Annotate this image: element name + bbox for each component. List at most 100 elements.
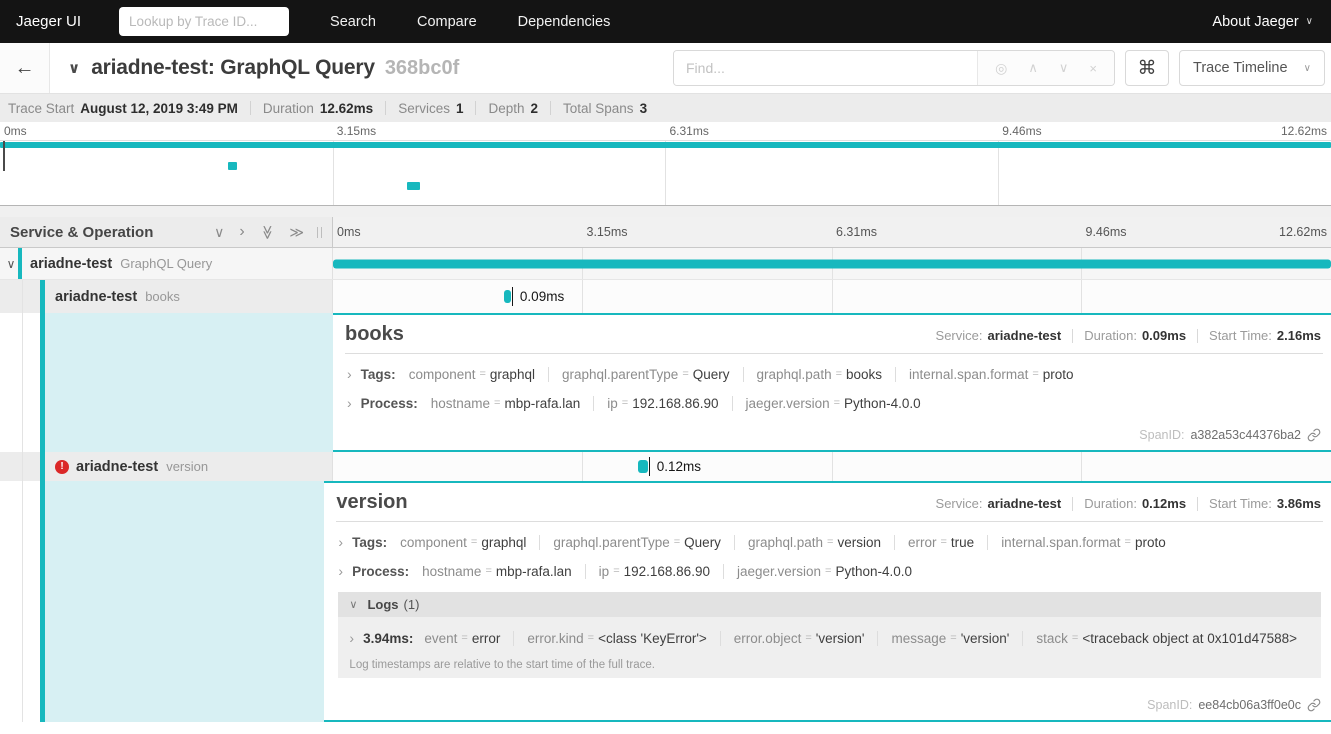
process-value: Python-4.0.0 [844, 395, 921, 411]
span-dot[interactable] [503, 290, 511, 303]
expand-one-icon[interactable]: › [239, 223, 244, 241]
collapse-trace-chevron-icon[interactable]: ∨ [68, 59, 80, 77]
process-item: jaeger.version = Python-4.0.0 [724, 564, 925, 579]
meta-value: August 12, 2019 3:49 PM [80, 100, 238, 116]
service-name: ariadne-test [30, 255, 113, 272]
span-row-root: ∨ ariadne-test GraphQL Query [0, 248, 1331, 280]
process-item: jaeger.version = Python-4.0.0 [733, 396, 934, 411]
log-field: error.kind = <class 'KeyError'> [514, 630, 721, 646]
tag-key: graphql.parentType [561, 366, 679, 382]
separator [1197, 496, 1199, 511]
prev-match-icon[interactable]: ∧ [1028, 60, 1038, 76]
chevron-right-icon[interactable]: › [338, 563, 343, 579]
operation-name: GraphQL Query [120, 256, 213, 271]
trace-title: ariadne-test: GraphQL Query [91, 56, 375, 79]
log-entry[interactable]: › 3.94ms: event = error error.kind = <class … [349, 630, 1310, 646]
separator [1072, 328, 1074, 343]
chevron-right-icon[interactable]: › [347, 395, 352, 411]
span-timeline-root [333, 248, 1331, 279]
separator [550, 101, 552, 115]
log-key: stack [1036, 630, 1068, 646]
tags-row: › Tags: component = graphql graphql.parent… [338, 534, 1323, 550]
span-id-value: ee84cb06a3ff0e0c [1198, 698, 1301, 712]
span-detail-highlight[interactable] [45, 481, 325, 722]
indent-guide [22, 313, 23, 452]
ruler-tick: 0ms [4, 124, 27, 138]
equals: = [587, 632, 595, 644]
process-label[interactable]: Process: [352, 564, 409, 579]
minimap-drag-handle[interactable] [3, 141, 5, 171]
span-marker-version[interactable]: 0.12ms [638, 452, 701, 481]
tags-label[interactable]: Tags: [352, 535, 387, 550]
nav-dependencies[interactable]: Dependencies [518, 14, 611, 30]
link-icon[interactable] [1307, 698, 1321, 712]
next-match-icon[interactable]: ∨ [1059, 60, 1069, 76]
nav-compare[interactable]: Compare [417, 14, 477, 30]
span-name-root[interactable]: ∨ ariadne-test GraphQL Query [0, 248, 333, 279]
log-value: error [471, 630, 501, 646]
process-row: › Process: hostname = mbp-rafa.lan ip = 192.… [347, 395, 1323, 411]
tags-label[interactable]: Tags: [361, 367, 396, 382]
span-detail-highlight[interactable] [45, 313, 333, 452]
meta-label: Services [398, 100, 450, 116]
service-value: ariadne-test [987, 328, 1062, 343]
ruler-tick: 6.31ms [669, 124, 709, 138]
chevron-right-icon[interactable]: › [347, 366, 352, 382]
span-row-books: ariadne-test books 0.09ms [0, 280, 1331, 313]
jaeger-trace-page: Jaeger UI Search Compare Dependencies Ab… [0, 0, 1331, 734]
clear-find-icon[interactable]: × [1089, 61, 1097, 76]
log-timestamp: 3.94ms: [363, 630, 414, 646]
span-marker-books[interactable]: 0.09ms [503, 280, 564, 313]
span-bar-root[interactable] [333, 259, 1331, 268]
back-button[interactable]: ← [0, 43, 50, 93]
collapse-deep-icon[interactable]: ≫ [259, 225, 276, 240]
focus-match-icon[interactable]: ◎ [995, 60, 1007, 77]
expand-all-icon[interactable]: ≫ [289, 224, 304, 241]
back-arrow-icon: ← [14, 56, 35, 79]
log-field: error.object ='version' [721, 630, 879, 646]
span-id-row: SpanID: ee84cb06a3ff0e0c [336, 698, 1323, 714]
start-time-label: Start Time: [1209, 328, 1272, 343]
span-id-label: SpanID: [1147, 698, 1193, 712]
span-detail-panel: books Service: ariadne-test Duration: 0.… [333, 313, 1331, 452]
logs-count: (1) [403, 597, 420, 612]
span-dot[interactable] [638, 460, 648, 473]
span-name-version[interactable]: ! ariadne-test version [0, 452, 333, 481]
nav-search[interactable]: Search [330, 14, 376, 30]
collapse-all-icon[interactable]: ∨ [214, 224, 224, 241]
span-name-books[interactable]: ariadne-test books [0, 280, 333, 313]
detail-operation-title: books [345, 323, 404, 345]
span-id-row: SpanID: a382a53c44376ba2 [345, 428, 1323, 444]
equals: = [833, 397, 841, 409]
error-mark: ! [60, 461, 64, 472]
about-jaeger-menu[interactable]: About Jaeger ∨ [1212, 14, 1313, 30]
about-jaeger-label: About Jaeger [1212, 13, 1299, 30]
logs-header[interactable]: ∨ Logs (1) [338, 592, 1321, 617]
equals: = [461, 632, 468, 644]
chevron-right-icon[interactable]: › [349, 630, 354, 646]
link-icon[interactable] [1307, 428, 1321, 442]
find-input[interactable] [674, 51, 978, 85]
app-brand[interactable]: Jaeger UI [16, 13, 81, 30]
duration-value: 0.09ms [1141, 328, 1187, 343]
tag-item: error = true [895, 534, 989, 550]
column-resize-handle[interactable] [317, 226, 322, 238]
tag-key: internal.span.format [909, 366, 1029, 382]
trace-view-select[interactable]: Trace Timeline ∨ [1179, 50, 1325, 86]
log-value: <class 'KeyError'> [598, 630, 707, 646]
minimap-ruler: 0ms 3.15ms 6.31ms 9.46ms 12.62ms [0, 122, 1331, 141]
equals: = [825, 565, 832, 577]
trace-lookup-input[interactable] [119, 7, 290, 36]
meta-label: Total Spans [563, 100, 634, 116]
process-label[interactable]: Process: [361, 396, 418, 411]
meta-duration: Duration 12.62ms [263, 101, 373, 116]
tag-item: component = graphql [400, 534, 541, 550]
tag-item: component = graphql [409, 366, 549, 382]
chevron-right-icon[interactable]: › [338, 534, 343, 550]
minimap-canvas[interactable] [0, 141, 1331, 206]
equals: = [613, 565, 620, 577]
keyboard-shortcuts-button[interactable]: ⌘ [1125, 50, 1169, 86]
process-key: jaeger.version [745, 395, 830, 411]
tag-item: graphql.path = version [735, 534, 895, 550]
tag-value: true [950, 534, 975, 550]
